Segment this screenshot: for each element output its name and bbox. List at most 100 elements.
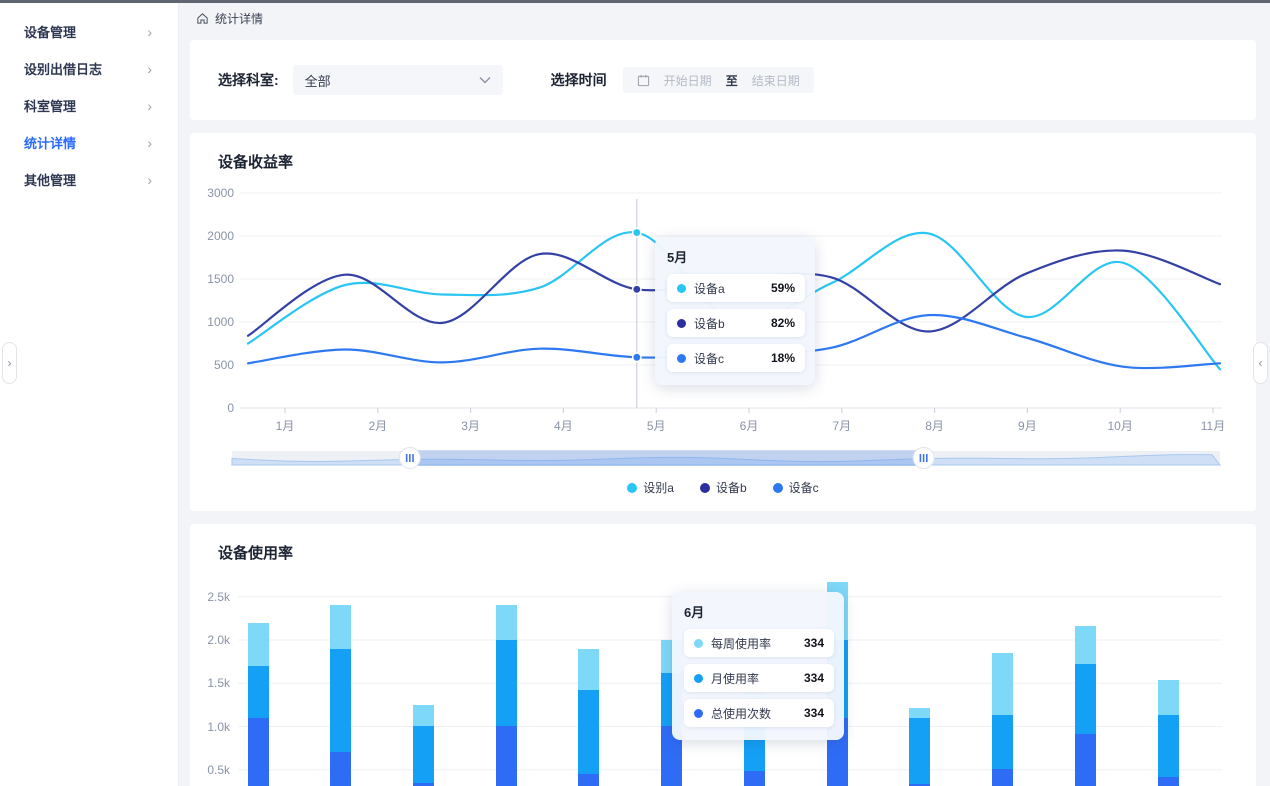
tooltip-row: 设备c 18%: [667, 344, 805, 372]
bar-segment-总使用次数: [496, 726, 517, 786]
chevron-right-icon: ›: [147, 98, 152, 114]
tooltip-series-name: 设备b: [694, 315, 763, 332]
series-b-dot-icon: [677, 319, 686, 328]
tooltip-row: 月使用率 334: [684, 664, 834, 692]
datazoom-handle[interactable]: [913, 448, 934, 469]
main-content: 统计详情 选择科室: 全部 选择时间 开始日期 至 结束日期: [178, 3, 1270, 786]
bar-segment-总使用次数: [248, 718, 269, 786]
usage-tooltip: 6月 每周使用率 334 月使用率 334 总使用次数 334: [672, 592, 844, 740]
bar-segment-每周使用率: [496, 605, 517, 640]
bar-5月[interactable]: [578, 649, 599, 786]
bar-segment-月使用率: [248, 666, 269, 718]
tooltip-series-name: 月使用率: [711, 670, 796, 687]
legend-item-b[interactable]: 设备b: [700, 479, 747, 496]
usage-chart-card: 设备使用率 0.5k1.0k1.5k2.0k2.5k 6月 每周使用率 334 …: [190, 524, 1256, 786]
home-icon: [196, 12, 209, 25]
monthly-usage-dot-icon: [694, 674, 703, 683]
collapse-left-toggle[interactable]: ›: [2, 342, 17, 384]
y-axis-label: 500: [198, 358, 234, 372]
sidebar-item-other-management[interactable]: 其他管理 ›: [0, 161, 178, 198]
department-select[interactable]: 全部: [293, 65, 503, 95]
chevron-left-icon: ‹: [1259, 356, 1263, 370]
datazoom-slider[interactable]: [190, 445, 1256, 477]
x-axis-label: 6月: [729, 417, 769, 434]
date-range-picker[interactable]: 开始日期 至 结束日期: [623, 67, 814, 93]
sidebar-item-label: 设别出借日志: [24, 59, 102, 78]
legend-a-dot-icon: [627, 483, 637, 493]
total-usage-dot-icon: [694, 709, 703, 718]
legend-item-a[interactable]: 设别a: [627, 479, 674, 496]
bar-4月[interactable]: [496, 605, 517, 786]
bar-segment-每周使用率: [909, 708, 930, 718]
bar-segment-月使用率: [909, 718, 930, 785]
tooltip-series-name: 设备c: [694, 350, 763, 367]
bar-segment-总使用次数: [1075, 734, 1096, 786]
bar-segment-月使用率: [496, 640, 517, 727]
bar-11月[interactable]: [1075, 626, 1096, 786]
weekly-usage-dot-icon: [694, 639, 703, 648]
bar-segment-总使用次数: [1158, 777, 1179, 786]
x-axis-label: 8月: [915, 417, 955, 434]
tooltip-series-value: 59%: [771, 281, 795, 295]
chevron-right-icon: ›: [147, 135, 152, 151]
end-date-input[interactable]: 结束日期: [752, 72, 800, 89]
y-axis-label: 2000: [198, 229, 234, 243]
x-axis-label: 2月: [358, 417, 398, 434]
legend-label: 设备b: [716, 479, 747, 496]
revenue-tooltip: 5月 设备a 59% 设备b 82% 设备c 18%: [655, 237, 815, 385]
bar-segment-月使用率: [330, 649, 351, 753]
start-date-input[interactable]: 开始日期: [664, 72, 712, 89]
legend-b-dot-icon: [700, 483, 710, 493]
sidebar-item-device-management[interactable]: 设备管理 ›: [0, 13, 178, 50]
bar-2月[interactable]: [330, 605, 351, 786]
bar-12月[interactable]: [1158, 680, 1179, 786]
legend-item-c[interactable]: 设备c: [773, 479, 819, 496]
tooltip-month: 6月: [684, 602, 834, 621]
bar-segment-每周使用率: [330, 605, 351, 648]
bar-segment-每周使用率: [413, 705, 434, 727]
chevron-right-icon: ›: [147, 172, 152, 188]
sidebar: 设备管理 › 设别出借日志 › 科室管理 › 统计详情 › 其他管理 ›: [0, 3, 178, 786]
bar-segment-每周使用率: [992, 653, 1013, 715]
breadcrumb: 统计详情: [178, 3, 1270, 33]
sidebar-item-lending-log[interactable]: 设别出借日志 ›: [0, 50, 178, 87]
tooltip-row: 设备a 59%: [667, 274, 805, 302]
bar-segment-每周使用率: [578, 649, 599, 691]
y-axis-label: 3000: [198, 186, 234, 200]
bar-segment-每周使用率: [1158, 680, 1179, 716]
chevron-right-icon: ›: [147, 61, 152, 77]
bar-segment-月使用率: [1075, 664, 1096, 734]
department-filter-label: 选择科室:: [218, 70, 279, 90]
bar-1月[interactable]: [248, 623, 269, 786]
bar-9月[interactable]: [909, 708, 930, 786]
revenue-chart-card: 设备收益率 05001000150020003000 1月2月3月4月5月6月7…: [190, 133, 1256, 511]
legend-label: 设别a: [643, 479, 674, 496]
series-a-dot-icon: [677, 284, 686, 293]
chevron-right-icon: ›: [147, 24, 152, 40]
bar-segment-总使用次数: [578, 774, 599, 786]
y-axis-label: 1000: [198, 315, 234, 329]
x-axis-label: 4月: [543, 417, 583, 434]
sidebar-item-label: 设备管理: [24, 22, 76, 41]
tooltip-series-value: 334: [804, 706, 824, 720]
collapse-right-toggle[interactable]: ‹: [1253, 342, 1268, 384]
bar-segment-月使用率: [992, 715, 1013, 769]
sidebar-item-department-management[interactable]: 科室管理 ›: [0, 87, 178, 124]
bar-segment-月使用率: [1158, 715, 1179, 776]
bar-segment-月使用率: [413, 726, 434, 782]
bar-segment-总使用次数: [330, 752, 351, 786]
x-axis-label: 5月: [636, 417, 676, 434]
tooltip-series-name: 设备a: [694, 280, 763, 297]
sidebar-item-label: 科室管理: [24, 96, 76, 115]
filter-panel: 选择科室: 全部 选择时间 开始日期 至 结束日期: [190, 40, 1256, 120]
datazoom-handle[interactable]: [399, 448, 420, 469]
bar-3月[interactable]: [413, 705, 434, 786]
y-axis-label: 2.0k: [194, 633, 230, 647]
bar-10月[interactable]: [992, 653, 1013, 786]
chevron-down-icon: [479, 76, 491, 84]
bar-segment-总使用次数: [992, 769, 1013, 786]
bar-segment-总使用次数: [744, 771, 765, 786]
y-axis-label: 1.0k: [194, 720, 230, 734]
tooltip-series-value: 334: [804, 671, 824, 685]
sidebar-item-statistics-detail[interactable]: 统计详情 ›: [0, 124, 178, 161]
